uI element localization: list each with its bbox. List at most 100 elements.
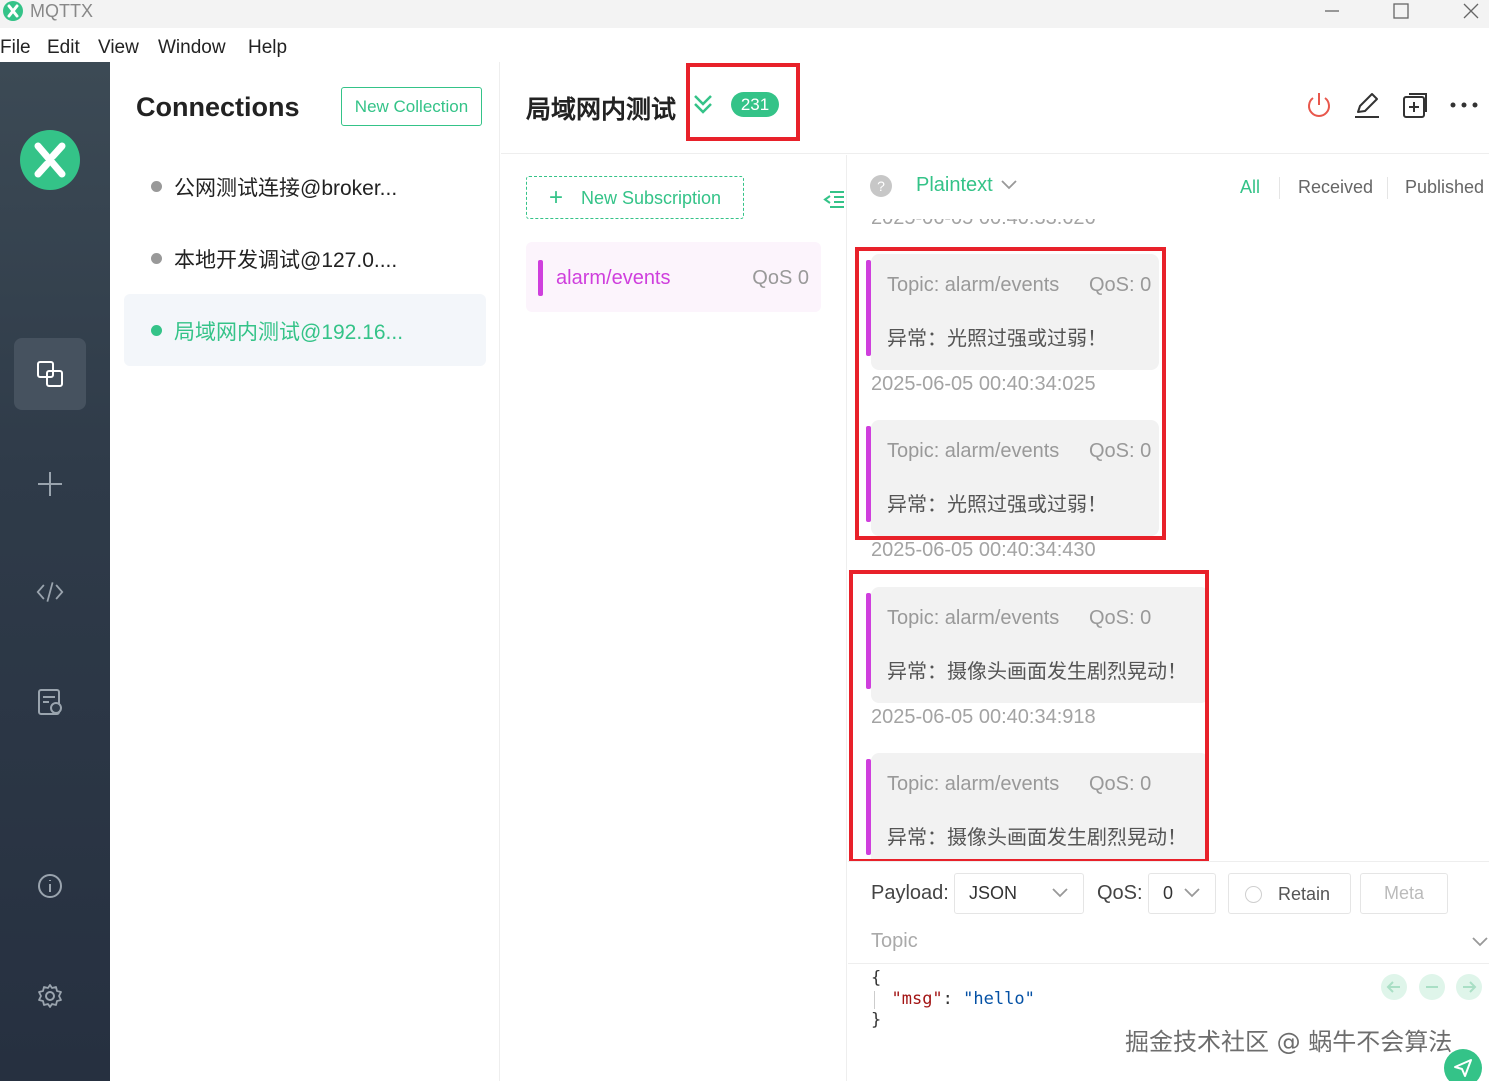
retain-checkbox[interactable]: Retain [1228,873,1351,914]
more-options-button[interactable] [1449,91,1479,124]
connection-item-active[interactable]: 局域网内测试@192.16... [124,294,486,366]
connections-panel: Connections New Collection 公网测试连接@broker… [110,62,500,1081]
subscriptions-panel: + New Subscription alarm/events QoS 0 [501,155,847,1081]
send-icon [1454,1059,1472,1077]
message-timestamp: 2025-06-05 00:40:34:430 [871,539,1096,561]
code-line: } [871,1010,882,1030]
chevron-down-icon[interactable] [1471,936,1489,948]
menu-window[interactable]: Window [158,36,226,60]
connection-label: 公网测试连接@broker... [174,177,398,200]
pencil-icon [1355,93,1379,118]
chevron-down-icon[interactable] [1000,179,1018,191]
window-title: MQTTX [30,1,93,21]
menu-help[interactable]: Help [248,36,287,60]
help-icon[interactable]: ? [870,175,892,197]
nav-rail [0,62,110,1081]
filter-published[interactable]: Published [1405,177,1484,198]
new-connection-nav-button[interactable] [14,448,86,520]
plus-icon: + [549,184,564,211]
subscription-qos: QoS 0 [752,267,809,289]
new-window-button[interactable] [1401,91,1429,124]
plus-icon [38,472,62,496]
code-colon: : [942,989,964,1009]
status-dot [151,181,162,192]
script-nav-button[interactable] [14,556,86,628]
code-icon [36,582,64,602]
subscription-topic: alarm/events [556,267,671,289]
connection-item[interactable]: 本地开发调试@127.0.... [124,222,486,294]
power-icon [1308,93,1330,117]
qos-select[interactable]: 0 [1148,873,1216,914]
filter-divider [1387,177,1388,199]
meta-button[interactable]: Meta [1360,873,1448,914]
add-window-icon [1403,93,1427,118]
payload-type-select[interactable]: JSON [954,873,1084,914]
connection-label: 本地开发调试@127.0.... [174,249,398,272]
history-prev-button[interactable] [1381,974,1407,1000]
connections-title: Connections [136,92,300,122]
topic-color-bar [538,260,543,296]
connection-header: 局域网内测试 231 [501,62,1489,154]
count-highlight-box [686,63,800,141]
filter-all[interactable]: All [1240,177,1260,198]
mqttx-logo-icon [3,1,23,21]
status-dot [151,253,162,264]
watermark: 掘金技术社区 @ 蜗牛不会算法 [1125,1028,1453,1056]
collapse-panel-icon[interactable] [822,189,846,211]
qos-label: QoS: [1097,882,1143,904]
close-window-button[interactable] [1451,0,1489,22]
topic-placeholder: Topic [871,930,918,952]
chevron-down-icon [1052,888,1068,898]
arrow-left-icon [1386,981,1400,993]
minimize-button[interactable] [1312,0,1352,22]
arrow-right-icon [1463,981,1477,993]
menu-view[interactable]: View [98,36,139,60]
about-nav-button[interactable] [14,850,86,922]
payload-editor[interactable]: { "msg": "hello" } [871,968,1035,1031]
more-horizontal-icon [1450,102,1478,108]
log-icon [38,689,62,715]
payload-type-value: JSON [969,883,1018,903]
status-dot [151,325,162,336]
chevron-down-icon [1184,888,1200,898]
filter-received[interactable]: Received [1298,177,1373,198]
new-subscription-label: New Subscription [581,188,722,208]
new-subscription-button[interactable]: + New Subscription [526,176,744,219]
messages-toolbar: ? Plaintext All Received Published [848,155,1489,219]
connection-label: 局域网内测试@192.16... [174,321,404,344]
qos-value: 0 [1163,883,1174,903]
code-line: { [871,968,882,988]
menu-edit[interactable]: Edit [47,36,80,60]
payload-label: Payload: [871,882,949,904]
mqttx-brand-icon [20,130,80,190]
connections-icon [37,361,63,387]
connection-name: 局域网内测试 [526,96,677,124]
retain-radio [1245,886,1262,903]
info-icon [38,874,62,898]
history-reset-button[interactable] [1419,974,1445,1000]
code-value: "hello" [963,989,1035,1009]
settings-nav-button[interactable] [14,960,86,1032]
title-bar: MQTTX [0,0,1489,28]
edit-connection-button[interactable] [1353,91,1381,124]
history-next-button[interactable] [1456,974,1482,1000]
log-nav-button[interactable] [14,666,86,738]
new-collection-button[interactable]: New Collection [341,87,482,126]
code-line: "msg": "hello" [871,989,1035,1010]
connections-nav-button[interactable] [14,338,86,410]
messages-highlight-box [855,247,1166,540]
minus-icon [1426,986,1438,988]
connection-item[interactable]: 公网测试连接@broker... [124,150,486,222]
subscription-item[interactable]: alarm/events QoS 0 [526,242,821,312]
retain-label: Retain [1278,884,1331,904]
payload-format-select[interactable]: Plaintext [916,174,993,197]
gear-icon [38,984,62,1008]
menu-bar: File Edit View Window Help [0,28,1489,62]
filter-divider [1279,177,1280,199]
topic-input[interactable]: Topic [848,920,1489,964]
disconnect-button[interactable] [1305,91,1333,124]
messages-highlight-box [849,570,1209,863]
code-key: "msg" [891,989,943,1009]
menu-file[interactable]: File [0,36,31,60]
maximize-button[interactable] [1381,0,1421,22]
